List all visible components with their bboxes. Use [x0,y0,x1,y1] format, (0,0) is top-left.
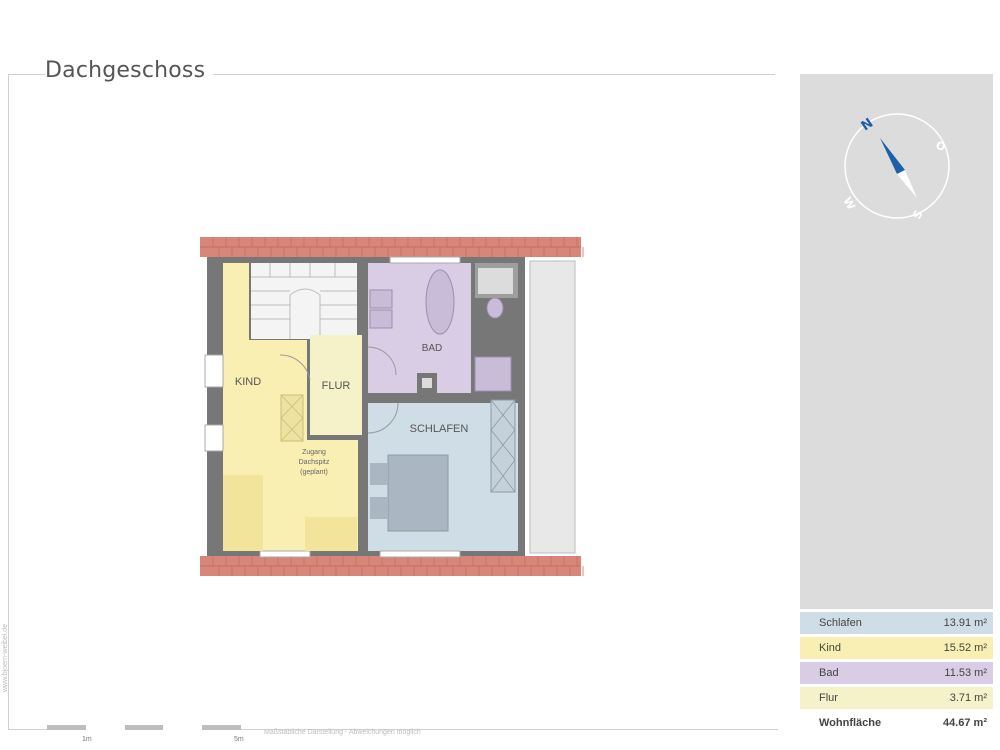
total-name: Wohnfläche [819,717,882,729]
page-title: Dachgeschoss [45,58,214,83]
floor-plan: KIND FLUR BAD SCHLAFEN Zugang Dachspitz … [200,237,584,576]
legend-name: Bad [819,667,839,679]
legend-area: 3.71 m² [949,692,987,704]
scale-label-end: 5m [234,736,244,743]
label-zugang-3: (geplant) [300,469,328,476]
legend-row-kind: Kind 15.52 m² [800,637,993,659]
label-schlafen: SCHLAFEN [410,423,469,435]
label-bad: BAD [422,343,443,354]
window-bad-top [389,256,461,264]
label-kind: KIND [235,376,261,388]
inner-wall-flur [307,435,362,440]
sink-2 [369,309,393,329]
scale-label-start: 1m [82,736,92,743]
nightstand-2 [370,497,388,519]
label-zugang-2: Dachspitz [299,459,330,466]
watermark: www.bjoern-weibel.de [2,623,9,692]
legend-row-bad: Bad 11.53 m² [800,662,993,684]
scale-bar [47,725,241,730]
staircase [251,263,357,339]
legend-name: Kind [819,642,842,654]
nightstand-1 [370,463,388,485]
label-flur: FLUR [322,380,351,392]
inner-wall-bad-chimney [471,263,475,393]
inner-wall-vertical [362,263,368,551]
label-zugang-1: Zugang [302,449,326,456]
legend-area: 15.52 m² [943,642,987,654]
toilet [486,297,504,319]
compass: N O S W [840,113,950,222]
legend-name: Schlafen [819,617,862,629]
legend-row-schlafen: Schlafen 13.91 m² [800,612,993,634]
balcony-area [529,260,576,554]
area-legend: Schlafen 13.91 m² Kind 15.52 m² Bad 11.5… [800,612,993,737]
bathtub [425,269,455,335]
sink-1 [369,289,393,309]
kind-wardrobe [280,394,304,442]
legend-area: 13.91 m² [943,617,987,629]
compass-needle-north [880,138,905,174]
bed [387,454,449,532]
disclaimer: Maßstäbliche Darstellung - Abweichungen … [264,729,421,736]
legend-row-flur: Flur 3.71 m² [800,687,993,709]
legend-area: 11.53 m² [944,667,987,679]
shower [474,356,512,392]
window-kind-1 [204,354,224,388]
compass-needle-south [897,170,917,198]
legend-name: Flur [819,692,838,704]
window-kind-2 [204,424,224,452]
window-kind-bottom [259,550,311,558]
total-area: 44.67 m² [942,717,987,729]
kind-bed [223,475,263,551]
wardrobe [490,399,516,493]
legend-row-total: Wohnfläche 44.67 m² [800,712,993,734]
window-schlafen-bottom [379,550,461,558]
inner-wall-bad-schlafen [368,393,518,399]
compass-o: O [934,139,947,154]
compass-n: N [859,116,877,135]
kind-desk [305,517,357,551]
